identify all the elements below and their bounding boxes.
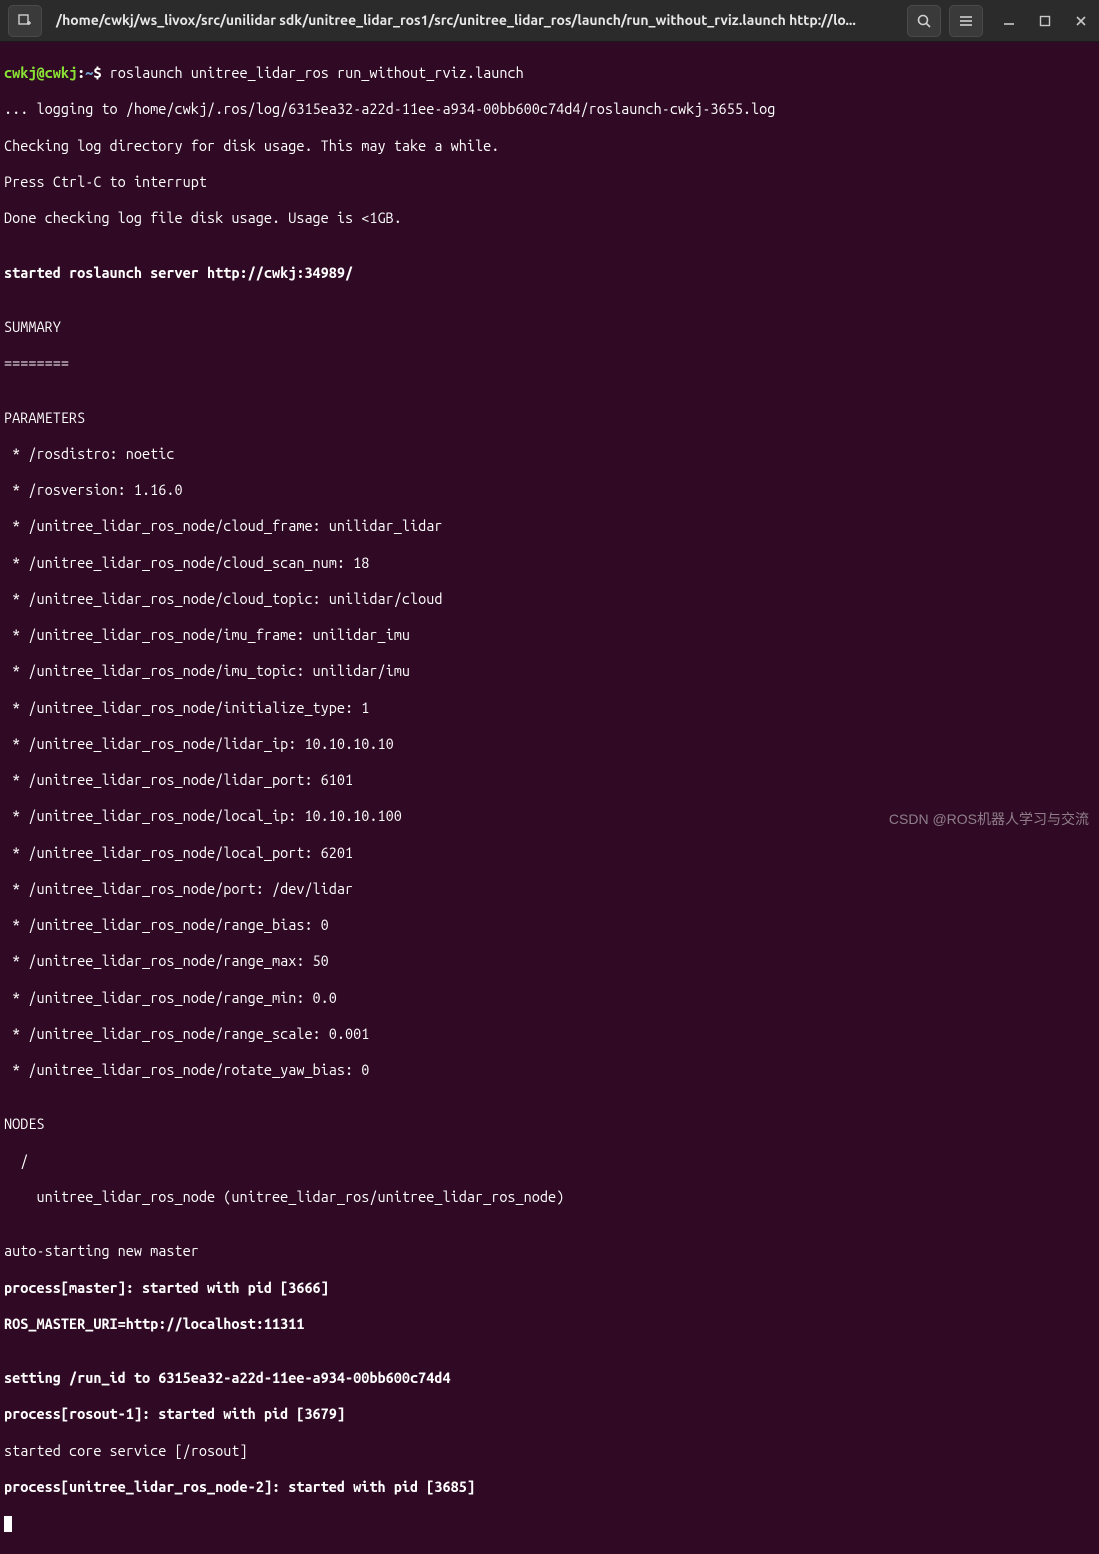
- output-line: Checking log directory for disk usage. T…: [4, 137, 1095, 155]
- prompt-sep1: :: [77, 64, 85, 81]
- hamburger-icon: [958, 13, 974, 29]
- prompt-sep2: $: [93, 64, 109, 81]
- param-line: * /rosversion: 1.16.0: [4, 481, 1095, 499]
- param-line: * /unitree_lidar_ros_node/initialize_typ…: [4, 699, 1095, 717]
- output-line: setting /run_id to 6315ea32-a22d-11ee-a9…: [4, 1369, 1095, 1387]
- menu-button[interactable]: [949, 5, 983, 37]
- new-tab-icon: [17, 13, 33, 29]
- param-line: * /unitree_lidar_ros_node/lidar_ip: 10.1…: [4, 735, 1095, 753]
- output-line: process[master]: started with pid [3666]: [4, 1279, 1095, 1297]
- close-icon: [1075, 15, 1087, 27]
- output-line: ... logging to /home/cwkj/.ros/log/6315e…: [4, 100, 1095, 118]
- command-text: roslaunch unitree_lidar_ros run_without_…: [110, 64, 524, 81]
- output-line: auto-starting new master: [4, 1242, 1095, 1260]
- output-line: /: [4, 1152, 1095, 1170]
- output-line: NODES: [4, 1115, 1095, 1133]
- output-line: process[unitree_lidar_ros_node-2]: start…: [4, 1478, 1095, 1496]
- prompt-userhost: cwkj@cwkj: [4, 64, 77, 81]
- output-line: PARAMETERS: [4, 409, 1095, 427]
- output-line: Press Ctrl-C to interrupt: [4, 173, 1095, 191]
- output-line: Done checking log file disk usage. Usage…: [4, 209, 1095, 227]
- param-line: * /unitree_lidar_ros_node/local_port: 62…: [4, 844, 1095, 862]
- param-line: * /unitree_lidar_ros_node/lidar_port: 61…: [4, 771, 1095, 789]
- cursor-line: [4, 1514, 1095, 1532]
- output-line: ========: [4, 354, 1095, 372]
- output-line: ROS_MASTER_URI=http://localhost:11311: [4, 1315, 1095, 1333]
- window-titlebar: /home/cwkj/ws_livox/src/unilidar sdk/uni…: [0, 0, 1099, 42]
- minimize-icon: [1003, 15, 1015, 27]
- output-line: unitree_lidar_ros_node (unitree_lidar_ro…: [4, 1188, 1095, 1206]
- param-line: * /unitree_lidar_ros_node/port: /dev/lid…: [4, 880, 1095, 898]
- param-line: * /unitree_lidar_ros_node/range_min: 0.0: [4, 989, 1095, 1007]
- param-line: * /unitree_lidar_ros_node/range_bias: 0: [4, 916, 1095, 934]
- cursor-block: [4, 1516, 12, 1532]
- param-line: * /unitree_lidar_ros_node/range_scale: 0…: [4, 1025, 1095, 1043]
- param-line: * /unitree_lidar_ros_node/imu_topic: uni…: [4, 662, 1095, 680]
- param-line: * /unitree_lidar_ros_node/cloud_topic: u…: [4, 590, 1095, 608]
- output-line: started core service [/rosout]: [4, 1442, 1095, 1460]
- close-button[interactable]: [1071, 11, 1091, 31]
- window-title: /home/cwkj/ws_livox/src/unilidar sdk/uni…: [50, 12, 899, 30]
- param-line: * /unitree_lidar_ros_node/range_max: 50: [4, 952, 1095, 970]
- output-line: started roslaunch server http://cwkj:349…: [4, 264, 1095, 282]
- search-button[interactable]: [907, 5, 941, 37]
- terminal-output[interactable]: cwkj@cwkj:~$ roslaunch unitree_lidar_ros…: [0, 42, 1099, 1554]
- param-line: * /unitree_lidar_ros_node/imu_frame: uni…: [4, 626, 1095, 644]
- prompt-line: cwkj@cwkj:~$ roslaunch unitree_lidar_ros…: [4, 64, 1095, 82]
- new-tab-button[interactable]: [8, 5, 42, 37]
- param-line: * /unitree_lidar_ros_node/cloud_frame: u…: [4, 517, 1095, 535]
- param-line: * /rosdistro: noetic: [4, 445, 1095, 463]
- param-line: * /unitree_lidar_ros_node/cloud_scan_num…: [4, 554, 1095, 572]
- output-line: process[rosout-1]: started with pid [367…: [4, 1405, 1095, 1423]
- watermark-text: CSDN @ROS机器人学习与交流: [889, 811, 1089, 829]
- maximize-icon: [1039, 15, 1051, 27]
- maximize-button[interactable]: [1035, 11, 1055, 31]
- param-line: * /unitree_lidar_ros_node/rotate_yaw_bia…: [4, 1061, 1095, 1079]
- output-line: SUMMARY: [4, 318, 1095, 336]
- minimize-button[interactable]: [999, 11, 1019, 31]
- search-icon: [916, 13, 932, 29]
